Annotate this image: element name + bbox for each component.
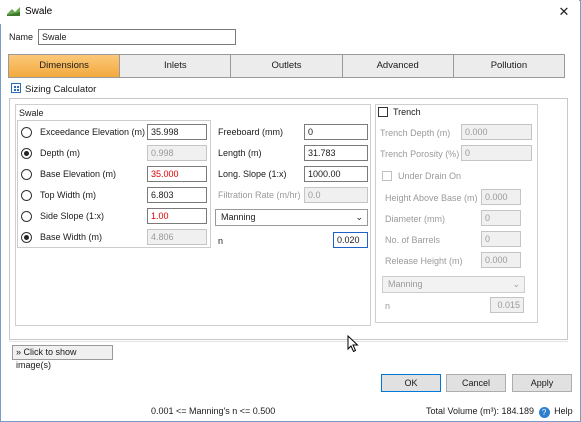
- mouse-cursor-icon: [347, 335, 359, 353]
- help-icon[interactable]: ?: [538, 407, 550, 418]
- side-slope-radio[interactable]: [21, 211, 32, 222]
- n-label: n: [218, 236, 224, 246]
- trench-depth-label: Trench Depth (m): [380, 128, 451, 138]
- trench-n-field[interactable]: 0.015: [490, 297, 524, 313]
- exceedance-elevation-label: Exceedance Elevation (m): [40, 127, 146, 137]
- chevron-down-icon: ⌄: [512, 279, 520, 289]
- trench-porosity-field[interactable]: 0: [461, 145, 532, 161]
- long-slope-field[interactable]: 1000.00: [304, 166, 368, 182]
- under-drain-label: Under Drain On: [398, 171, 462, 181]
- depth-label: Depth (m): [40, 148, 81, 158]
- trench-porosity-label: Trench Porosity (%): [380, 149, 460, 159]
- separator: [9, 341, 568, 342]
- swale-group-title: Swale: [19, 108, 44, 118]
- top-width-field[interactable]: 6.803: [147, 187, 207, 203]
- tab-dimensions[interactable]: Dimensions: [9, 55, 121, 77]
- top-width-radio[interactable]: [21, 190, 32, 201]
- swale-app-icon: [7, 7, 20, 16]
- show-images-button[interactable]: » Click to show image(s): [12, 345, 113, 370]
- ok-button[interactable]: OK: [381, 374, 441, 392]
- roughness-method-value: Manning: [221, 212, 256, 222]
- help-link[interactable]: Help: [554, 406, 573, 416]
- depth-radio[interactable]: [21, 148, 32, 159]
- trench-roughness-value: Manning: [388, 279, 423, 289]
- calculator-icon: [11, 83, 21, 93]
- base-elevation-radio[interactable]: [21, 169, 32, 180]
- window-title: Swale: [25, 6, 53, 17]
- length-label: Length (m): [218, 148, 262, 158]
- name-label: Name: [9, 32, 34, 42]
- long-slope-label: Long. Slope (1:x): [218, 169, 287, 179]
- base-elevation-field[interactable]: 35.000: [147, 166, 207, 182]
- height-above-base-label: Height Above Base (m): [385, 193, 478, 203]
- total-volume-status: Total Volume (m³): 184.189 ? Help: [426, 406, 573, 418]
- top-width-label: Top Width (m): [40, 190, 97, 200]
- total-volume-text: Total Volume (m³): 184.189: [426, 406, 535, 416]
- no-of-barrels-field[interactable]: 0: [481, 231, 521, 247]
- tab-bar: Dimensions Inlets Outlets Advanced Pollu…: [8, 54, 565, 78]
- trench-depth-field[interactable]: 0.000: [461, 124, 532, 140]
- trench-n-label: n: [385, 301, 391, 311]
- sizing-calculator-label: Sizing Calculator: [25, 84, 97, 95]
- tab-pollution[interactable]: Pollution: [453, 55, 565, 77]
- apply-button[interactable]: Apply: [512, 374, 572, 392]
- base-width-field[interactable]: 4.806: [147, 229, 207, 245]
- name-input[interactable]: Swale: [38, 29, 236, 45]
- double-chevron-down-icon: »: [16, 347, 22, 357]
- close-button[interactable]: ✕: [553, 2, 575, 22]
- exceedance-elevation-radio[interactable]: [21, 127, 32, 138]
- n-field[interactable]: 0.020: [333, 232, 368, 248]
- height-above-base-field[interactable]: 0.000: [481, 189, 521, 205]
- tab-outlets[interactable]: Outlets: [231, 55, 343, 77]
- trench-checkbox[interactable]: [378, 107, 388, 117]
- under-drain-checkbox[interactable]: [382, 171, 392, 181]
- side-slope-label: Side Slope (1:x): [40, 211, 105, 221]
- trench-label: Trench: [393, 107, 421, 117]
- release-height-field[interactable]: 0.000: [481, 252, 521, 268]
- base-width-label: Base Width (m): [40, 232, 103, 242]
- length-field[interactable]: 31.783: [304, 145, 368, 161]
- filtration-rate-label: Filtration Rate (m/hr): [218, 190, 301, 200]
- release-height-label: Release Height (m): [385, 256, 463, 266]
- base-width-radio[interactable]: [21, 232, 32, 243]
- title-bar: Swale ✕: [0, 0, 579, 24]
- filtration-rate-field[interactable]: 0.0: [304, 187, 368, 203]
- cancel-button[interactable]: Cancel: [446, 374, 506, 392]
- sizing-calculator-button[interactable]: Sizing Calculator: [11, 83, 96, 95]
- tab-inlets[interactable]: Inlets: [120, 55, 232, 77]
- diameter-field[interactable]: 0: [481, 210, 521, 226]
- trench-roughness-select[interactable]: Manning ⌄: [382, 276, 525, 293]
- diameter-label: Diameter (mm): [385, 214, 445, 224]
- manning-range-text: 0.001 <= Manning's n <= 0.500: [151, 406, 276, 416]
- no-of-barrels-label: No. of Barrels: [385, 235, 441, 245]
- depth-field[interactable]: 0.998: [147, 145, 207, 161]
- base-elevation-label: Base Elevation (m): [40, 169, 117, 179]
- chevron-down-icon: ⌄: [355, 212, 363, 222]
- freeboard-label: Freeboard (mm): [218, 127, 284, 137]
- side-slope-field[interactable]: 1.00: [147, 208, 207, 224]
- freeboard-field[interactable]: 0: [304, 124, 368, 140]
- tab-advanced[interactable]: Advanced: [342, 55, 454, 77]
- exceedance-elevation-field[interactable]: 35.998: [147, 124, 207, 140]
- roughness-method-select[interactable]: Manning ⌄: [215, 209, 368, 226]
